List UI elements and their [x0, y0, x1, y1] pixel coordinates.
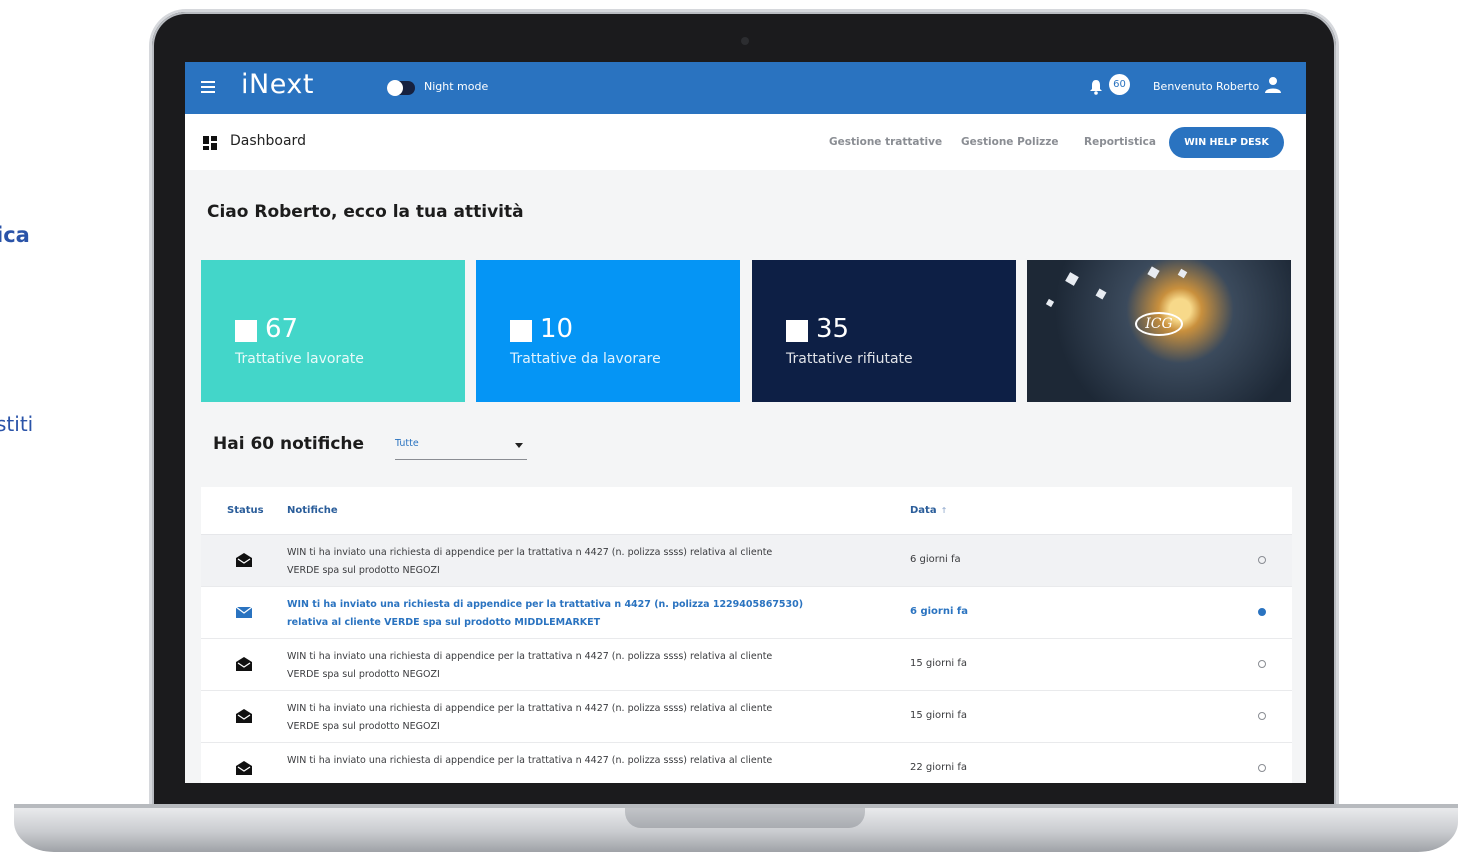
dashboard-icon: [203, 136, 217, 150]
stage: ica stiti iNext Night mode 60 Benvenuto …: [0, 0, 1458, 852]
side-text-fragment-top: ica: [0, 223, 30, 247]
stat-card-rifiutate[interactable]: 35 Trattative rifiutate: [752, 260, 1016, 402]
stat-value: 67: [265, 314, 299, 344]
notification-text: WIN ti ha inviato una richiesta di appen…: [287, 599, 804, 628]
table-row[interactable]: WIN ti ha inviato una richiesta di appen…: [201, 587, 1292, 639]
nav-gestione-polizze[interactable]: Gestione Polizze: [961, 136, 1059, 148]
nav-gestione-trattative[interactable]: Gestione trattative: [829, 136, 942, 148]
notification-date: 6 giorni fa: [910, 554, 961, 565]
notification-date: 22 giorni fa: [910, 762, 968, 773]
sub-header: Dashboard Gestione trattative Gestione P…: [185, 114, 1306, 170]
column-header-notifiche[interactable]: Notifiche: [287, 505, 338, 516]
icg-logo: ICG: [1135, 312, 1183, 336]
page-title: Dashboard: [230, 133, 306, 149]
promo-image: ICG: [1027, 260, 1291, 402]
table-header: Status Notifiche Data ↑: [201, 487, 1292, 535]
greeting-heading: Ciao Roberto, ecco la tua attività: [207, 202, 524, 222]
nav-reportistica[interactable]: Reportistica: [1084, 136, 1156, 148]
notification-date: 15 giorni fa: [910, 710, 968, 721]
read-status-dot[interactable]: [1258, 764, 1266, 772]
read-status-dot[interactable]: [1258, 660, 1266, 668]
user-icon[interactable]: [1265, 76, 1281, 94]
chevron-down-icon: [515, 443, 523, 448]
hamburger-menu-icon[interactable]: [201, 81, 215, 93]
column-header-data-label: Data: [910, 505, 937, 516]
sort-ascending-icon[interactable]: ↑: [941, 506, 948, 515]
table-row[interactable]: WIN ti ha inviato una richiesta di appen…: [201, 639, 1292, 691]
side-text-fragment-bottom: stiti: [0, 412, 34, 436]
decor-cube: [1065, 272, 1079, 286]
night-mode-toggle[interactable]: [387, 80, 415, 96]
open-envelope-icon: [236, 761, 252, 775]
table-row[interactable]: WIN ti ha inviato una richiesta di appen…: [201, 691, 1292, 743]
stat-card-lavorate[interactable]: 67 Trattative lavorate: [201, 260, 465, 402]
open-envelope-icon: [236, 657, 252, 671]
notification-text: WIN ti ha inviato una richiesta di appen…: [287, 703, 773, 732]
notification-text: WIN ti ha inviato una richiesta di appen…: [287, 755, 773, 766]
welcome-text: Benvenuto Roberto: [1153, 80, 1260, 93]
read-status-dot[interactable]: [1258, 712, 1266, 720]
night-mode-label: Night mode: [424, 80, 489, 93]
read-status-dot[interactable]: [1258, 556, 1266, 564]
stat-label: Trattative lavorate: [235, 351, 364, 367]
notifications-title: Hai 60 notifiche: [213, 434, 365, 454]
square-icon: [786, 320, 808, 342]
open-envelope-icon: [236, 553, 252, 567]
table-row[interactable]: WIN ti ha inviato una richiesta di appen…: [201, 535, 1292, 587]
notification-text: WIN ti ha inviato una richiesta di appen…: [287, 547, 773, 576]
filter-value: Tutte: [395, 438, 419, 449]
notification-text: WIN ti ha inviato una richiesta di appen…: [287, 651, 773, 680]
notifications-table: Status Notifiche Data ↑ WIN ti ha inviato…: [201, 487, 1292, 783]
envelope-icon: [235, 606, 253, 618]
bell-icon[interactable]: [1089, 79, 1103, 95]
app-screen: iNext Night mode 60 Benvenuto Roberto Da…: [185, 62, 1306, 783]
square-icon: [510, 320, 532, 342]
camera-icon: [741, 37, 749, 45]
table-row[interactable]: WIN ti ha inviato una richiesta di appen…: [201, 743, 1292, 783]
stat-value: 35: [816, 314, 850, 344]
notification-filter-select[interactable]: Tutte: [395, 432, 527, 460]
decor-cube: [1147, 266, 1160, 279]
unread-status-dot[interactable]: [1258, 608, 1266, 616]
notification-date: 6 giorni fa: [910, 606, 968, 617]
win-help-desk-button[interactable]: WIN HELP DESK: [1169, 127, 1284, 158]
laptop-notch: [625, 808, 865, 828]
stat-label: Trattative rifiutate: [786, 351, 913, 367]
stat-card-da-lavorare[interactable]: 10 Trattative da lavorare: [476, 260, 740, 402]
decor-cube: [1177, 268, 1188, 279]
decor-cube: [1045, 298, 1055, 308]
open-envelope-icon: [236, 709, 252, 723]
notification-date: 15 giorni fa: [910, 658, 968, 669]
stat-label: Trattative da lavorare: [510, 351, 661, 367]
square-icon: [235, 320, 257, 342]
notification-count-badge[interactable]: 60: [1109, 74, 1130, 95]
stat-value: 10: [540, 314, 574, 344]
top-bar: iNext Night mode 60 Benvenuto Roberto: [185, 62, 1306, 114]
decor-cube: [1095, 288, 1107, 300]
column-header-data[interactable]: Data ↑: [910, 505, 947, 516]
column-header-status[interactable]: Status: [227, 505, 264, 516]
brand-logo[interactable]: iNext: [241, 69, 314, 100]
